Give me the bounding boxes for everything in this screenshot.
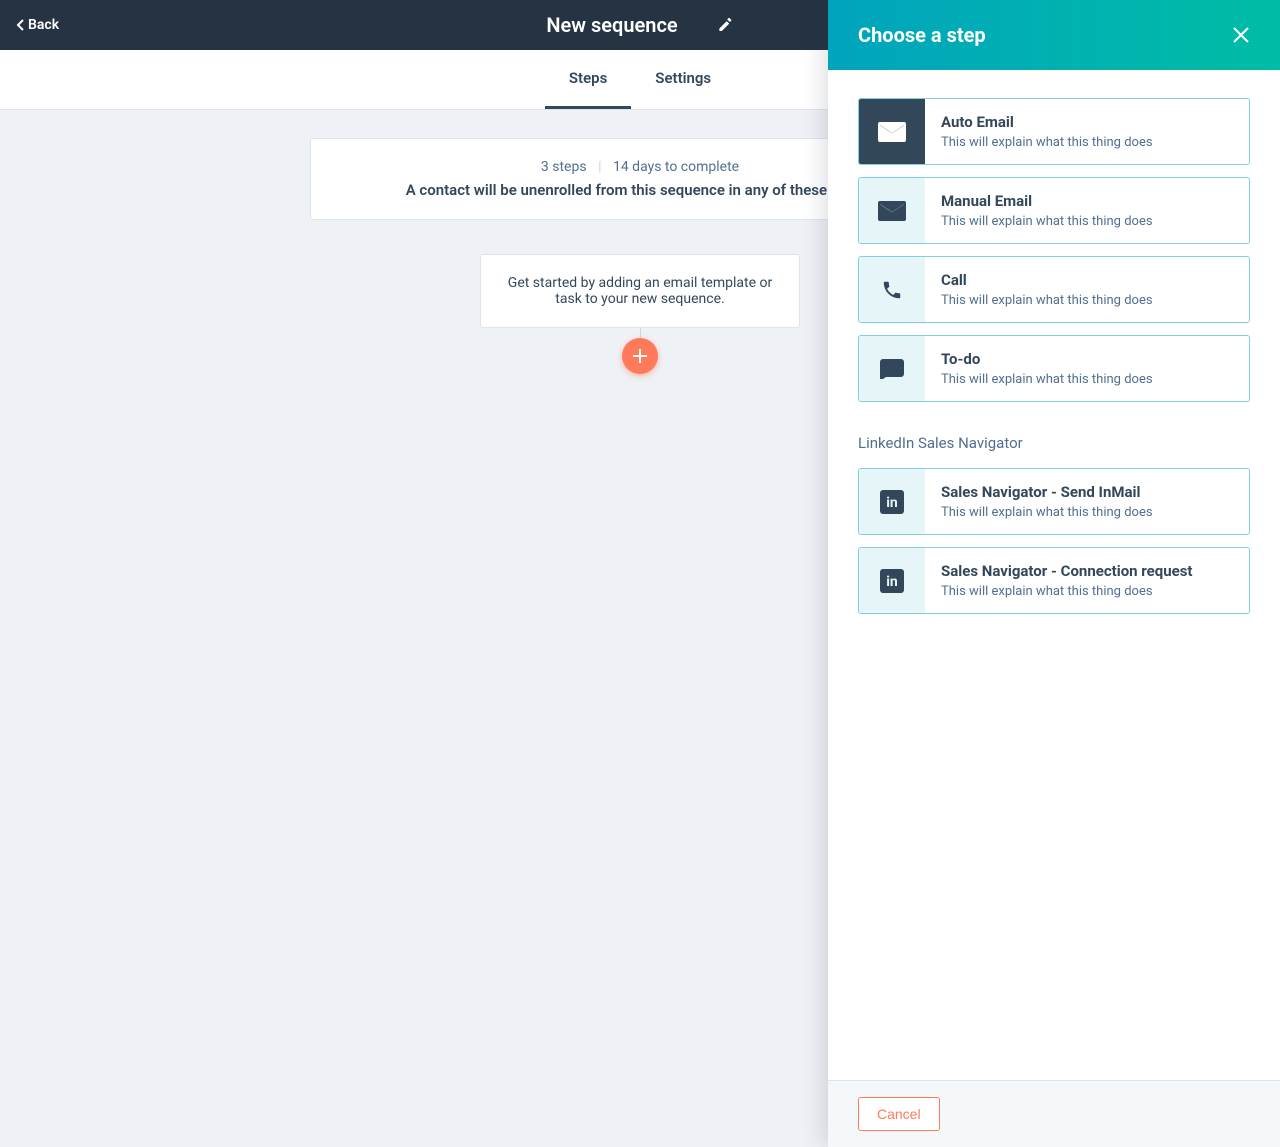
step-title: Sales Navigator - Connection request bbox=[941, 562, 1193, 580]
step-inmail[interactable]: in Sales Navigator - Send InMail This wi… bbox=[858, 468, 1250, 535]
svg-text:in: in bbox=[886, 495, 898, 511]
cancel-button[interactable]: Cancel bbox=[858, 1097, 940, 1131]
tab-settings[interactable]: Settings bbox=[631, 50, 735, 109]
step-desc: This will explain what this thing does bbox=[941, 214, 1153, 229]
step-desc: This will explain what this thing does bbox=[941, 372, 1153, 387]
plus-icon bbox=[633, 349, 647, 363]
step-desc: This will explain what this thing does bbox=[941, 293, 1153, 308]
step-desc: This will explain what this thing does bbox=[941, 135, 1153, 150]
step-manual-email[interactable]: Manual Email This will explain what this… bbox=[858, 177, 1250, 244]
step-content: Manual Email This will explain what this… bbox=[925, 178, 1169, 243]
panel-body: Auto Email This will explain what this t… bbox=[828, 70, 1280, 1080]
step-desc: This will explain what this thing does bbox=[941, 505, 1153, 520]
linkedin-section-label: LinkedIn Sales Navigator bbox=[858, 434, 1250, 452]
chevron-left-icon bbox=[16, 19, 24, 31]
step-auto-email[interactable]: Auto Email This will explain what this t… bbox=[858, 98, 1250, 165]
panel-footer: Cancel bbox=[828, 1080, 1280, 1147]
linkedin-icon: in bbox=[859, 548, 925, 613]
panel-header: Choose a step bbox=[828, 0, 1280, 70]
svg-text:in: in bbox=[886, 574, 898, 590]
step-content: Sales Navigator - Connection request Thi… bbox=[925, 548, 1209, 613]
step-desc: This will explain what this thing does bbox=[941, 584, 1193, 599]
start-text: Get started by adding an email template … bbox=[508, 275, 772, 307]
cancel-label: Cancel bbox=[877, 1106, 921, 1122]
phone-icon bbox=[859, 257, 925, 322]
pencil-icon bbox=[718, 17, 734, 33]
choose-step-panel: Choose a step Auto Email This will expla… bbox=[828, 0, 1280, 1147]
envelope-icon bbox=[859, 99, 925, 164]
tab-steps-label: Steps bbox=[569, 69, 607, 87]
linkedin-icon: in bbox=[859, 469, 925, 534]
add-step-button[interactable] bbox=[622, 338, 658, 374]
tab-steps[interactable]: Steps bbox=[545, 50, 631, 109]
tab-settings-label: Settings bbox=[655, 69, 711, 87]
step-content: Call This will explain what this thing d… bbox=[925, 257, 1169, 322]
step-connection-request[interactable]: in Sales Navigator - Connection request … bbox=[858, 547, 1250, 614]
step-title: Manual Email bbox=[941, 192, 1153, 210]
envelope-icon bbox=[859, 178, 925, 243]
checklist-icon bbox=[859, 336, 925, 401]
close-icon bbox=[1232, 26, 1250, 44]
back-button[interactable]: Back bbox=[16, 17, 59, 33]
step-title: To-do bbox=[941, 350, 1153, 368]
step-title: Auto Email bbox=[941, 113, 1153, 131]
panel-title: Choose a step bbox=[858, 23, 986, 47]
step-todo[interactable]: To-do This will explain what this thing … bbox=[858, 335, 1250, 402]
page-title-wrap: New sequence bbox=[546, 13, 733, 37]
back-label: Back bbox=[28, 17, 59, 33]
step-content: Auto Email This will explain what this t… bbox=[925, 99, 1169, 164]
step-title: Call bbox=[941, 271, 1153, 289]
start-card: Get started by adding an email template … bbox=[480, 254, 800, 328]
info-sep: | bbox=[598, 159, 601, 175]
close-button[interactable] bbox=[1232, 26, 1250, 44]
info-days: 14 days to complete bbox=[613, 159, 739, 175]
step-content: To-do This will explain what this thing … bbox=[925, 336, 1169, 401]
step-title: Sales Navigator - Send InMail bbox=[941, 483, 1153, 501]
edit-title-button[interactable] bbox=[718, 17, 734, 33]
step-call[interactable]: Call This will explain what this thing d… bbox=[858, 256, 1250, 323]
info-steps: 3 steps bbox=[541, 159, 587, 175]
step-content: Sales Navigator - Send InMail This will … bbox=[925, 469, 1169, 534]
page-title: New sequence bbox=[546, 13, 677, 37]
